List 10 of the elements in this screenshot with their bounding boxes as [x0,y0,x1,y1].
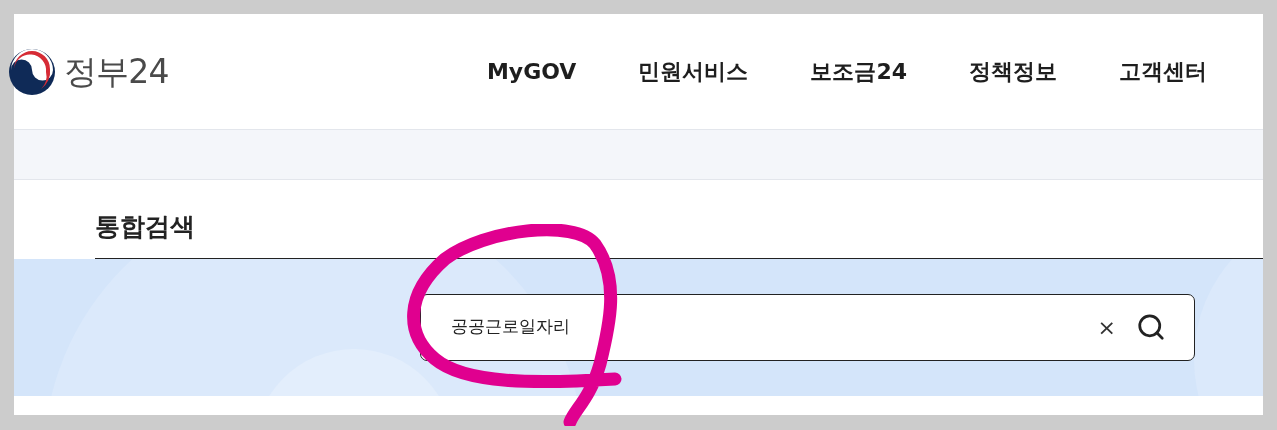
logo-text[interactable]: 정부24 [64,46,169,97]
nav-link[interactable]: 보조금24 [810,55,907,88]
nav-link[interactable]: 정책정보 [969,55,1057,88]
nav-link[interactable]: 고객센터 [1119,55,1207,88]
search-icon[interactable] [1136,312,1166,342]
search-field[interactable]: 공공근로일자리 × [420,293,1195,361]
clear-button[interactable]: × [1097,310,1116,344]
page-title: 통합검색 [95,211,196,243]
nav-link[interactable]: MyGOV [486,55,577,88]
nav-link[interactable]: 민원서비스 [638,55,749,88]
